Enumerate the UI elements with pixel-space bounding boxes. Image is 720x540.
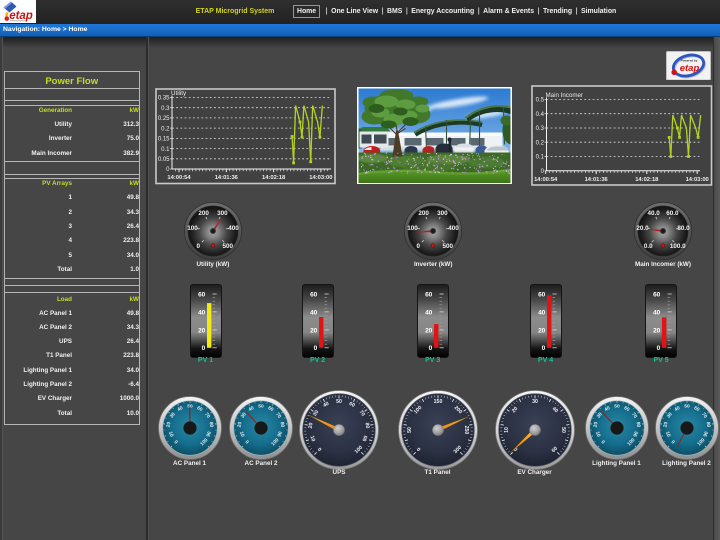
svg-text:40: 40 [425, 309, 433, 316]
svg-text:100: 100 [187, 225, 198, 232]
svg-text:0.3: 0.3 [161, 106, 170, 112]
svg-text:50: 50 [614, 403, 620, 409]
svg-text:20: 20 [538, 327, 546, 334]
svg-text:0: 0 [417, 243, 421, 250]
svg-text:20: 20 [310, 327, 318, 334]
svg-text:40.0: 40.0 [647, 209, 660, 216]
svg-text:50: 50 [406, 427, 412, 433]
svg-text:40: 40 [653, 309, 661, 316]
svg-text:40: 40 [538, 309, 546, 316]
svg-text:0.0: 0.0 [644, 243, 653, 250]
svg-text:60: 60 [653, 291, 661, 298]
svg-text:300: 300 [217, 210, 228, 217]
svg-text:0.3: 0.3 [536, 126, 545, 132]
svg-text:20: 20 [425, 327, 433, 334]
svg-text:20: 20 [653, 327, 661, 334]
svg-text:14:03:00: 14:03:00 [309, 175, 332, 181]
svg-text:60.0: 60.0 [666, 209, 679, 216]
svg-text:80: 80 [363, 422, 370, 429]
svg-text:100: 100 [407, 225, 418, 232]
svg-text:10: 10 [503, 427, 509, 433]
svg-text:50: 50 [560, 427, 566, 433]
svg-text:100.0: 100.0 [670, 243, 686, 250]
svg-text:0: 0 [201, 345, 205, 352]
svg-text:60: 60 [310, 291, 318, 298]
svg-text:0.5: 0.5 [536, 97, 545, 103]
svg-text:500: 500 [443, 243, 454, 250]
svg-text:20: 20 [198, 327, 206, 334]
svg-text:300: 300 [437, 210, 448, 217]
svg-text:40: 40 [198, 309, 206, 316]
svg-text:0.2: 0.2 [536, 140, 545, 146]
svg-text:0: 0 [313, 345, 317, 352]
svg-text:14:01:36: 14:01:36 [585, 176, 609, 182]
svg-text:0: 0 [429, 345, 433, 352]
svg-text:0.4: 0.4 [536, 111, 545, 117]
svg-text:500: 500 [222, 243, 233, 250]
svg-text:14:02:18: 14:02:18 [635, 176, 659, 182]
svg-text:50: 50 [258, 404, 264, 410]
svg-text:0.15: 0.15 [158, 137, 170, 143]
svg-text:0.05: 0.05 [158, 157, 170, 163]
svg-text:Main Incomer: Main Incomer [546, 91, 583, 98]
svg-text:50: 50 [684, 403, 690, 409]
svg-text:14:00:54: 14:00:54 [167, 175, 191, 181]
svg-text:40: 40 [310, 309, 318, 316]
svg-text:200: 200 [419, 210, 430, 217]
svg-text:Powered by: Powered by [681, 58, 698, 62]
svg-text:20: 20 [308, 422, 315, 429]
svg-text:etap: etap [680, 63, 700, 74]
svg-text:60: 60 [425, 291, 433, 298]
svg-text:0.1: 0.1 [536, 154, 545, 160]
svg-text:50: 50 [336, 399, 342, 405]
svg-text:200: 200 [198, 210, 209, 217]
svg-text:60: 60 [198, 291, 206, 298]
svg-text:14:03:00: 14:03:00 [686, 176, 709, 182]
svg-text:0: 0 [657, 345, 661, 352]
svg-text:60: 60 [538, 291, 546, 298]
svg-text:Utility: Utility [171, 90, 187, 97]
svg-text:250: 250 [463, 426, 469, 435]
svg-text:0.35: 0.35 [158, 96, 170, 102]
svg-text:0: 0 [541, 345, 545, 352]
svg-text:400: 400 [228, 225, 239, 232]
svg-text:14:02:18: 14:02:18 [262, 175, 286, 181]
svg-text:0.1: 0.1 [161, 147, 170, 153]
svg-text:0.2: 0.2 [161, 126, 170, 132]
svg-text:etap: etap [9, 10, 33, 22]
svg-text:14:00:54: 14:00:54 [534, 176, 558, 182]
svg-text:14:01:36: 14:01:36 [215, 175, 239, 181]
svg-text:20.0: 20.0 [636, 225, 649, 232]
svg-text:30: 30 [532, 399, 538, 405]
svg-text:150: 150 [433, 399, 442, 405]
svg-text:0.25: 0.25 [158, 116, 170, 122]
svg-text:0: 0 [196, 243, 200, 250]
svg-text:400: 400 [448, 225, 459, 232]
svg-text:80.0: 80.0 [677, 225, 690, 232]
